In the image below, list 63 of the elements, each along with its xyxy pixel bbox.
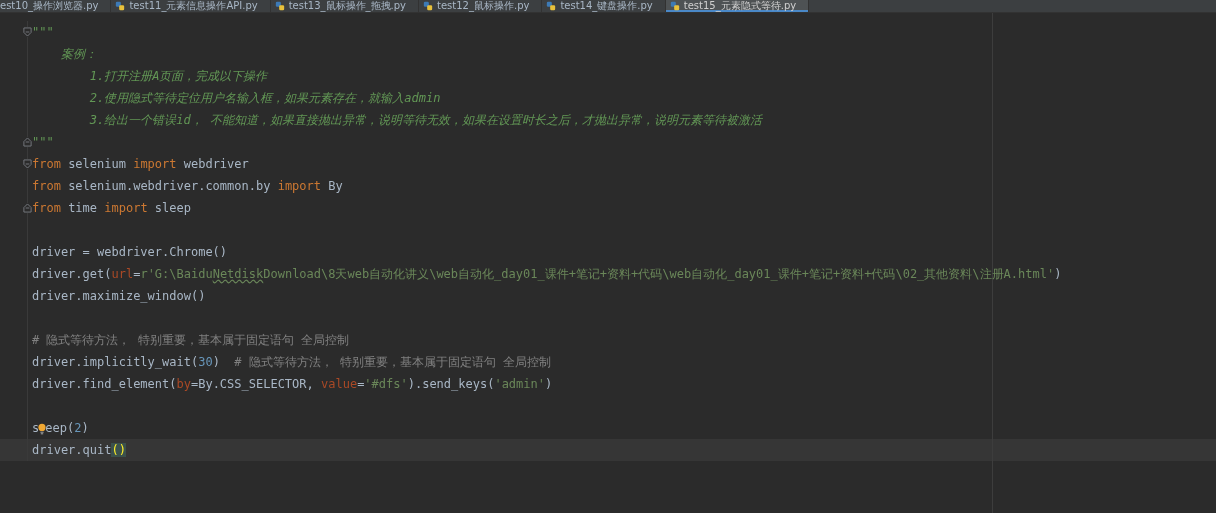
code-text: = — [357, 377, 365, 391]
string-text: r'G:\Baidu — [140, 267, 213, 281]
code-text: driver.find_element( — [32, 377, 177, 391]
keyword-text: import — [104, 201, 148, 215]
fold-marker-icon[interactable] — [23, 137, 32, 147]
docstring-text: 2.使用隐式等待定位用户名输入框，如果元素存在，就输入admin — [88, 91, 441, 105]
docstring-text: 案例： — [59, 47, 97, 61]
code-text: selenium — [67, 157, 127, 171]
fold-marker-icon[interactable] — [23, 27, 32, 37]
code-text: time — [67, 201, 99, 215]
string-text: Netdisk — [212, 267, 264, 281]
code-text: By — [327, 179, 343, 193]
docstring-text: """ — [32, 135, 54, 149]
code-text: driver.quit — [32, 443, 112, 457]
python-file-icon — [274, 1, 285, 11]
python-file-icon — [115, 1, 126, 11]
docstring-text: """ — [32, 25, 54, 39]
code-text: selenium.webdriver.common.by — [67, 179, 272, 193]
fold-marker-icon[interactable] — [23, 159, 32, 169]
python-file-icon — [423, 1, 434, 11]
number-text: 2 — [74, 421, 82, 435]
file-tab[interactable]: test14_键盘操作.py — [542, 0, 666, 12]
file-tab[interactable]: test12_鼠标操作.py — [419, 0, 543, 12]
python-file-icon — [669, 1, 680, 11]
keyword-text: import — [133, 157, 177, 171]
string-text: '#dfs' — [364, 377, 408, 391]
keyword-text: import — [277, 179, 321, 193]
docstring-text: 1.打开注册A页面，完成以下操作 — [88, 69, 268, 83]
file-tab[interactable]: est10_操作浏览器.py — [0, 0, 112, 12]
code-text: ) — [212, 355, 221, 369]
comment-text: # 隐式等待方法， 特别重要，基本属于固定语句 全局控制 — [234, 355, 552, 369]
parameter-text: by — [176, 377, 191, 391]
number-text: 30 — [198, 355, 213, 369]
keyword-text: from — [32, 201, 61, 215]
code-text: ) — [545, 377, 553, 391]
code-text: ).send_keys( — [407, 377, 495, 391]
docstring-text: 3.给出一个错误id， 不能知道，如果直接抛出异常，说明等待无效，如果在设置时长之后，才抛出异常，说明元素等待被激活 — [88, 113, 762, 127]
comment-text: # 隐式等待方法， 特别重要，基本属于固定语句 全局控制 — [32, 333, 349, 347]
code-text: ) — [81, 421, 89, 435]
keyword-text: from — [32, 179, 61, 193]
file-tab[interactable]: test13_鼠标操作_拖拽.py — [270, 0, 420, 12]
code-text: webdriver — [182, 157, 249, 171]
python-file-icon — [546, 1, 557, 11]
string-text: Download\8天web自动化讲义\web自动化_day01_课件+笔记+资料+代码\web自动化_day01_课件+笔记+资料+代码\02_其他资料\注册A.html' — [263, 267, 1055, 281]
code-text: =By.CSS_SELECTOR, — [190, 377, 315, 391]
matched-brackets: () — [111, 443, 126, 457]
code-text: driver = webdriver.Chrome() — [32, 245, 228, 259]
code-text: sleep — [153, 201, 191, 215]
string-text: 'admin' — [494, 377, 545, 391]
code-text: driver.maximize_window() — [32, 289, 206, 303]
parameter-text: value — [321, 377, 358, 391]
code-text: driver.get( — [32, 267, 112, 281]
fold-marker-icon[interactable] — [23, 203, 32, 213]
code-text: = — [133, 267, 141, 281]
parameter-text: url — [111, 267, 134, 281]
file-tab[interactable]: test15_元素隐式等待.py — [665, 0, 810, 12]
keyword-text: from — [32, 157, 61, 171]
code-text: ) — [1054, 267, 1062, 281]
code-text: eep( — [45, 421, 75, 435]
file-tab[interactable]: test11_元素信息操作API.py — [111, 0, 271, 12]
lightbulb-icon[interactable] — [38, 421, 47, 436]
code-text: driver.implicitly_wait( — [32, 355, 199, 369]
code-text: s — [32, 421, 40, 435]
